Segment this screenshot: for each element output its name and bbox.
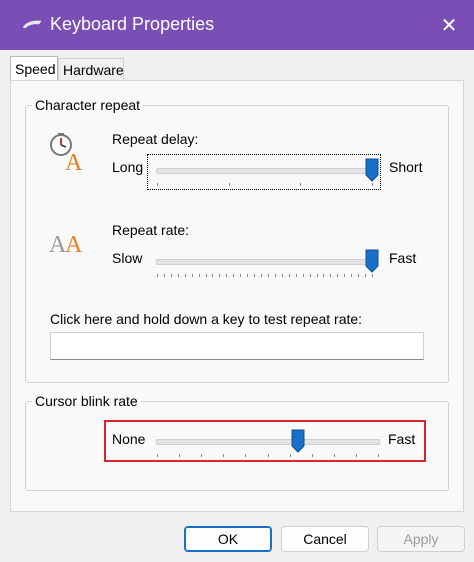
slider-tick	[157, 454, 158, 457]
keyboard-app-icon	[22, 20, 42, 29]
slider-tick	[372, 183, 373, 186]
slider-tick	[157, 183, 158, 186]
repeat-delay-label: Repeat delay:	[112, 131, 199, 147]
repeat-delay-max-label: Short	[389, 159, 423, 175]
svg-text:A: A	[65, 150, 83, 172]
character-repeat-label: Character repeat	[32, 97, 144, 113]
slider-tick	[333, 454, 335, 457]
slider-tick	[205, 274, 207, 277]
speed-tab-panel: Character repeat A Repeat delay: Long Sh…	[10, 80, 464, 512]
repeat-delay-min-label: Long	[112, 159, 144, 175]
close-button[interactable]: ✕	[424, 0, 474, 50]
slider-tick	[219, 274, 221, 277]
slider-tick	[351, 274, 353, 277]
slider-tick	[311, 454, 313, 457]
repeat-rate-ticks	[157, 274, 373, 278]
slider-tick	[281, 274, 283, 277]
window-title: Keyboard Properties	[50, 14, 215, 34]
title-bar: Keyboard Properties ✕	[0, 0, 474, 50]
cancel-button[interactable]: Cancel	[281, 526, 369, 552]
repeat-rate-label: Repeat rate:	[112, 222, 190, 238]
slider-tick	[233, 274, 235, 277]
slider-tick	[163, 274, 165, 277]
slider-tick	[157, 274, 158, 277]
slider-tick	[212, 274, 214, 277]
repeat-delay-ticks	[157, 183, 373, 187]
slider-tick	[289, 454, 291, 457]
slider-tick	[309, 274, 311, 277]
cursor-blink-min-label: None	[112, 431, 146, 447]
cursor-blink-group: Cursor blink rate None Fast	[25, 393, 449, 491]
slider-tick	[358, 274, 360, 277]
slider-tick	[378, 454, 379, 457]
dialog-footer: OK Cancel Apply	[0, 512, 474, 562]
slider-tick	[330, 274, 332, 277]
slider-tick	[365, 274, 367, 277]
repeat-delay-slider-thumb[interactable]	[365, 158, 379, 182]
slider-tick	[254, 274, 256, 277]
cursor-blink-ticks	[157, 454, 379, 458]
slider-tick	[170, 274, 172, 277]
close-icon: ✕	[440, 14, 458, 37]
slider-tick	[323, 274, 325, 277]
slider-tick	[226, 274, 228, 277]
slider-tick	[302, 274, 304, 277]
slider-tick	[177, 274, 179, 277]
ok-button[interactable]: OK	[184, 526, 272, 552]
test-repeat-rate-input[interactable]	[50, 332, 424, 360]
test-repeat-rate-label: Click here and hold down a key to test r…	[50, 311, 363, 327]
svg-text:A: A	[65, 232, 83, 258]
slider-tick	[201, 454, 203, 457]
slider-tick	[288, 274, 290, 277]
repeat-rate-max-label: Fast	[389, 250, 417, 266]
tab-hardware[interactable]: Hardware	[58, 58, 124, 80]
slider-tick	[316, 274, 318, 277]
slider-tick	[198, 274, 200, 277]
cursor-blink-slider-track	[156, 439, 380, 445]
slider-tick	[245, 454, 247, 457]
cursor-blink-max-label: Fast	[388, 431, 416, 447]
repeat-rate-min-label: Slow	[112, 250, 143, 266]
repeat-rate-slider-thumb[interactable]	[365, 249, 379, 273]
slider-tick	[300, 183, 302, 186]
slider-tick	[372, 274, 373, 277]
repeat-rate-slider-track	[156, 259, 374, 265]
slider-tick	[247, 274, 249, 277]
slider-tick	[337, 274, 339, 277]
slider-tick	[261, 274, 263, 277]
tab-speed[interactable]: Speed	[10, 56, 58, 80]
character-repeat-group: Character repeat A Repeat delay: Long Sh…	[25, 97, 449, 383]
slider-tick	[355, 454, 357, 457]
slider-tick	[223, 454, 225, 457]
apply-button[interactable]: Apply	[377, 526, 465, 552]
slider-tick	[228, 183, 230, 186]
slider-tick	[274, 274, 276, 277]
slider-tick	[295, 274, 297, 277]
slider-tick	[184, 274, 186, 277]
repeat-delay-icon: A	[50, 133, 83, 172]
cursor-blink-label: Cursor blink rate	[32, 393, 141, 409]
slider-tick	[267, 274, 269, 277]
repeat-delay-slider-track	[156, 168, 374, 174]
slider-tick	[240, 274, 242, 277]
repeat-rate-icon: A A	[49, 232, 83, 258]
slider-tick	[191, 274, 193, 277]
slider-tick	[344, 274, 346, 277]
cursor-blink-slider-thumb[interactable]	[291, 429, 305, 453]
slider-tick	[267, 454, 269, 457]
slider-tick	[179, 454, 181, 457]
